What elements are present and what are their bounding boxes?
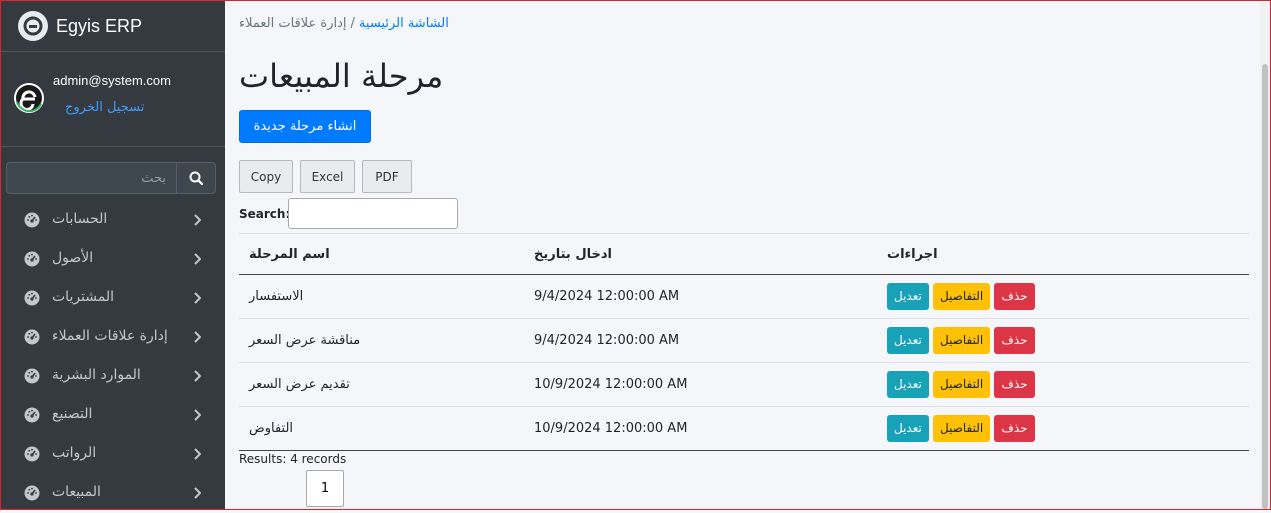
scrollbar-thumb[interactable] — [1262, 64, 1268, 509]
brand-title: Egyis ERP — [56, 15, 143, 36]
sidebar-item-sales[interactable]: المبيعات — [0, 474, 224, 513]
sidebar-search — [6, 162, 216, 194]
sidebar-item-payroll[interactable]: الرواتب — [0, 435, 224, 474]
search-icon — [189, 171, 203, 185]
details-button[interactable]: التفاصيل — [933, 283, 991, 310]
chevron-left-icon — [193, 292, 202, 308]
actions-cell: تعديل التفاصيل حذف — [877, 362, 1249, 407]
page-title: مرحلة المبيعات — [239, 57, 444, 95]
chevron-left-icon — [193, 214, 202, 230]
dashboard-icon — [24, 485, 40, 505]
chevron-left-icon — [193, 253, 202, 269]
column-header-entry-date[interactable]: ادخال بتاريخ — [524, 233, 877, 275]
entry-date-cell: 9/4/2024 12:00:00 AM — [524, 318, 877, 363]
sidebar-item-label: الموارد البشرية — [52, 367, 141, 383]
chevron-left-icon — [193, 409, 202, 425]
details-button[interactable]: التفاصيل — [933, 327, 991, 354]
stage-name-cell: التفاوض — [239, 406, 524, 451]
edit-button[interactable]: تعديل — [887, 327, 929, 354]
main-content: الشاشة الرئيسية /إدارة علاقات العملاء مرح… — [225, 1, 1260, 509]
details-button[interactable]: التفاصيل — [933, 371, 991, 398]
chevron-left-icon — [193, 448, 202, 464]
sidebar-search-input[interactable] — [6, 162, 176, 194]
breadcrumb: الشاشة الرئيسية /إدارة علاقات العملاء — [239, 16, 449, 31]
table-search-label: Search: — [239, 207, 291, 221]
logout-link[interactable]: تسجيل الخروج — [65, 100, 144, 115]
dashboard-icon — [24, 368, 40, 388]
actions-cell: تعديل التفاصيل حذف — [877, 406, 1249, 451]
edit-button[interactable]: تعديل — [887, 371, 929, 398]
brand-logo-icon — [18, 11, 48, 41]
chevron-left-icon — [193, 370, 202, 386]
dashboard-icon — [24, 251, 40, 271]
table-row: مناقشة عرض السعر 9/4/2024 12:00:00 AM تع… — [239, 318, 1249, 363]
chevron-left-icon — [193, 331, 202, 347]
actions-cell: تعديل التفاصيل حذف — [877, 274, 1249, 319]
entry-date-cell: 9/4/2024 12:00:00 AM — [524, 274, 877, 319]
dashboard-icon — [24, 290, 40, 310]
pagination-page-1[interactable]: 1 — [306, 470, 344, 507]
sidebar-item-hr[interactable]: الموارد البشرية — [0, 357, 224, 396]
actions-cell: تعديل التفاصيل حذف — [877, 318, 1249, 363]
delete-button[interactable]: حذف — [994, 327, 1035, 354]
sidebar-item-label: المبيعات — [52, 484, 101, 500]
edit-button[interactable]: تعديل — [887, 283, 929, 310]
edit-button[interactable]: تعديل — [887, 415, 929, 442]
sidebar-item-label: المشتريات — [52, 289, 115, 305]
search-button[interactable] — [176, 162, 216, 194]
sidebar-item-manufacturing[interactable]: التصنيع — [0, 396, 224, 435]
excel-button[interactable]: Excel — [300, 160, 355, 193]
sidebar-item-label: التصنيع — [52, 406, 93, 422]
dashboard-icon — [24, 212, 40, 232]
sidebar-item-crm[interactable]: إدارة علاقات العملاء — [0, 318, 224, 357]
table-row: التفاوض 10/9/2024 12:00:00 AM تعديل التف… — [239, 406, 1249, 451]
copy-button[interactable]: Copy — [239, 160, 293, 193]
stage-name-cell: الاستفسار — [239, 274, 524, 319]
sidebar-item-label: الأصول — [52, 250, 94, 266]
table-row: الاستفسار 9/4/2024 12:00:00 AM تعديل الت… — [239, 274, 1249, 319]
sidebar-item-label: إدارة علاقات العملاء — [52, 328, 168, 344]
delete-button[interactable]: حذف — [994, 415, 1035, 442]
column-header-actions[interactable]: اجراءات — [877, 233, 1249, 275]
dashboard-icon — [24, 446, 40, 466]
stage-name-cell: تقديم عرض السعر — [239, 362, 524, 407]
brand[interactable]: Egyis ERP — [1, 1, 225, 52]
table-header-row: اسم المرحلة ادخال بتاريخ اجراءات — [239, 233, 1249, 275]
stage-name-cell: مناقشة عرض السعر — [239, 318, 524, 363]
delete-button[interactable]: حذف — [994, 283, 1035, 310]
dashboard-icon — [24, 329, 40, 349]
details-button[interactable]: التفاصيل — [933, 415, 991, 442]
sidebar-item-assets[interactable]: الأصول — [0, 240, 224, 279]
sidebar-item-label: الحسابات — [52, 211, 108, 227]
delete-button[interactable]: حذف — [994, 371, 1035, 398]
sidebar-item-purchases[interactable]: المشتريات — [0, 279, 224, 318]
breadcrumb-separator: / — [350, 16, 355, 31]
sidebar-item-accounts[interactable]: الحسابات — [0, 201, 224, 240]
avatar — [13, 82, 45, 118]
create-stage-button[interactable]: انشاء مرحلة جديدة — [239, 110, 371, 143]
table-row: تقديم عرض السعر 10/9/2024 12:00:00 AM تع… — [239, 362, 1249, 407]
sidebar-item-label: الرواتب — [52, 445, 97, 461]
chevron-left-icon — [193, 487, 202, 503]
sidebar-nav: الحسابات الأصول المشتريات إدارة علاقات ا… — [0, 201, 224, 513]
entry-date-cell: 10/9/2024 12:00:00 AM — [524, 362, 877, 407]
pdf-button[interactable]: PDF — [362, 160, 412, 193]
entry-date-cell: 10/9/2024 12:00:00 AM — [524, 406, 877, 451]
user-email: admin@system.com — [53, 73, 171, 88]
table-search-input[interactable] — [288, 198, 458, 229]
results-count: Results: 4 records — [239, 452, 347, 466]
dashboard-icon — [24, 407, 40, 427]
column-header-stage-name[interactable]: اسم المرحلة — [239, 233, 524, 275]
breadcrumb-home-link[interactable]: الشاشة الرئيسية — [359, 16, 449, 31]
breadcrumb-current: إدارة علاقات العملاء — [239, 16, 347, 31]
stages-table: اسم المرحلة ادخال بتاريخ اجراءات الاستفس… — [239, 233, 1249, 451]
